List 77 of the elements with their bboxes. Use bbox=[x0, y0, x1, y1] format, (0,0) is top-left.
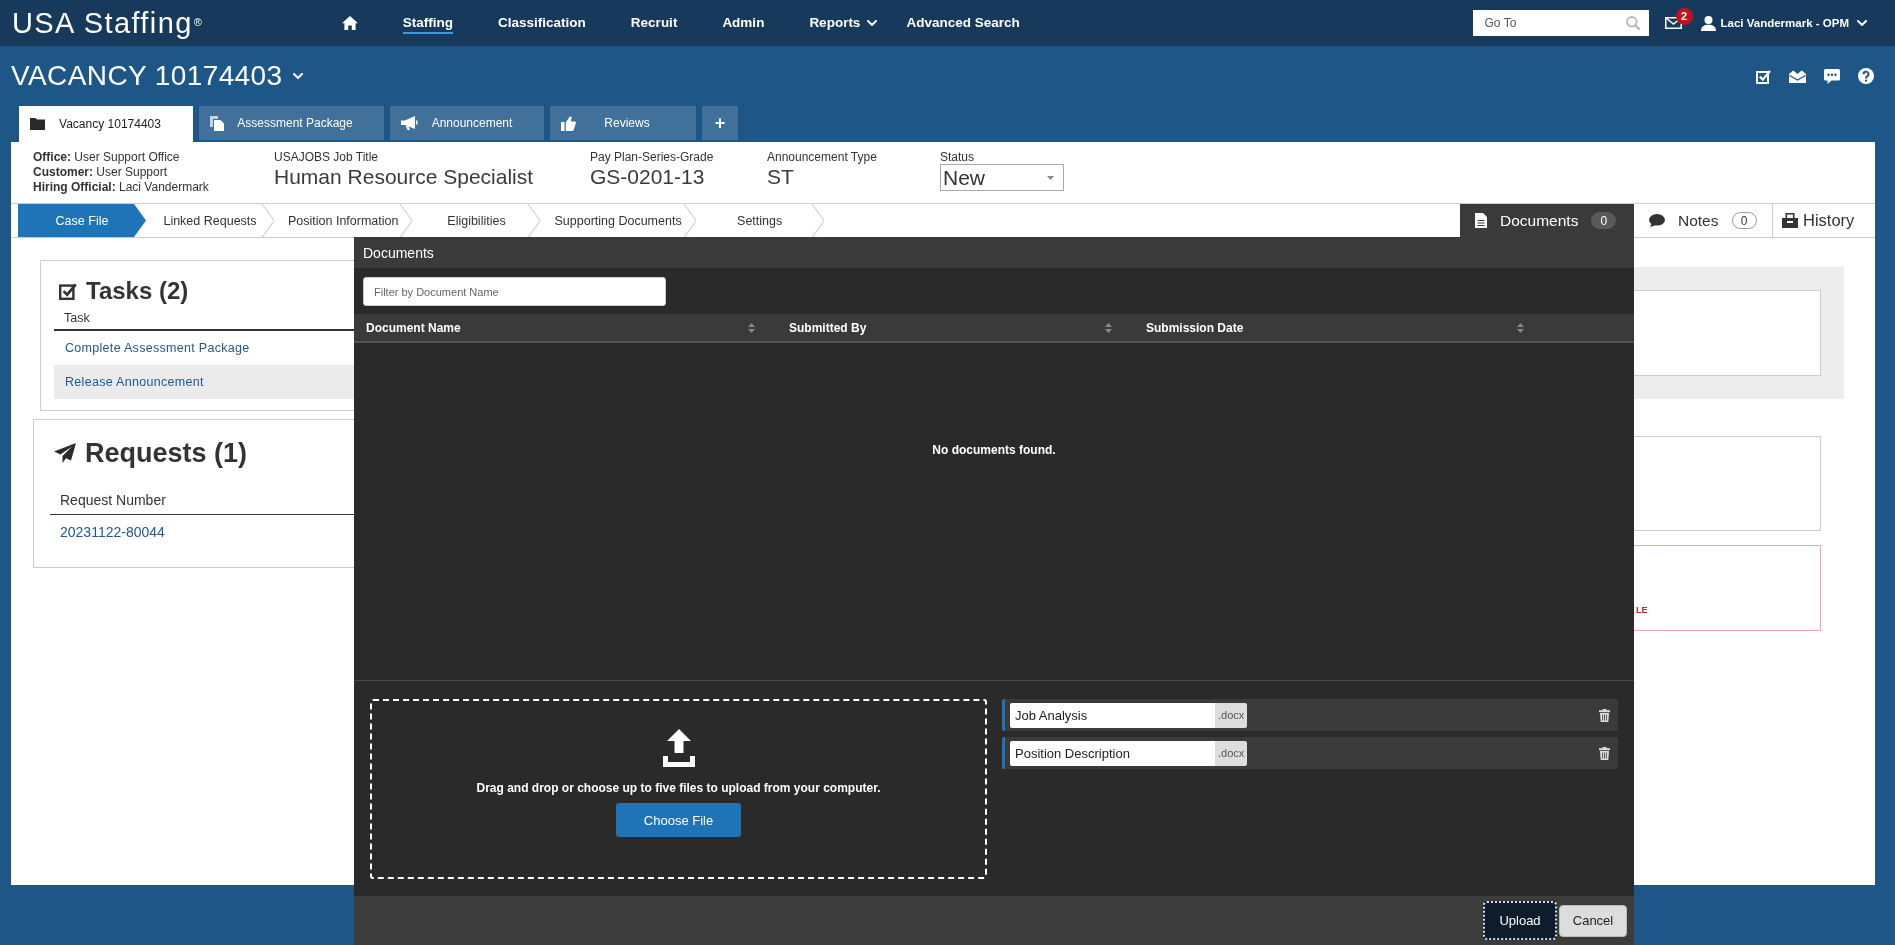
chevron-down-icon[interactable] bbox=[292, 73, 303, 79]
document-icon bbox=[1475, 213, 1487, 228]
envelope-icon[interactable] bbox=[1664, 17, 1682, 29]
cancel-button[interactable]: Cancel bbox=[1559, 904, 1627, 937]
upload-icon bbox=[662, 729, 695, 767]
tab[interactable]: Reviews bbox=[550, 106, 696, 140]
logo: USA Staffing$^{®}$ bbox=[12, 6, 202, 40]
file-extension: .docx bbox=[1215, 740, 1248, 766]
help-icon[interactable] bbox=[1858, 68, 1874, 84]
dialog-title: Documents bbox=[363, 244, 434, 261]
field-label: USAJOBS Job Title bbox=[274, 150, 379, 164]
add-tab-button[interactable]: + bbox=[702, 106, 738, 140]
file-name-field[interactable]: Position Description bbox=[1010, 740, 1215, 766]
thumbs-up-icon bbox=[561, 115, 576, 131]
chevron-down-icon[interactable] bbox=[867, 19, 878, 26]
nav-link[interactable]: Admin bbox=[722, 12, 765, 34]
printer-icon bbox=[1782, 213, 1798, 228]
tab[interactable]: Assessment Package bbox=[199, 106, 384, 140]
checkbox-icon[interactable] bbox=[1756, 68, 1771, 84]
side-tab[interactable]: Documents 0 bbox=[1460, 204, 1634, 237]
tab[interactable]: Vacancy 10174403 bbox=[19, 106, 193, 142]
nav-link[interactable]: Classification bbox=[498, 12, 586, 34]
field-value: Human Resource Specialist bbox=[274, 164, 534, 190]
user-icon bbox=[1700, 15, 1716, 31]
contact-detail: Hiring Official: Laci Vandermark bbox=[33, 180, 209, 195]
checkbox-icon bbox=[59, 282, 77, 300]
side-tab[interactable]: History bbox=[1772, 204, 1875, 237]
goto-field[interactable]: Go To bbox=[1472, 10, 1649, 36]
field-label: Pay Plan-Series-Grade bbox=[590, 150, 714, 164]
step-tab[interactable]: Case File bbox=[18, 204, 146, 237]
column-header[interactable]: Submitted By bbox=[777, 314, 1134, 341]
field-value: ST bbox=[767, 164, 794, 190]
user-menu[interactable]: Laci Vandermark - OPM bbox=[1700, 15, 1867, 31]
status-select[interactable]: New bbox=[940, 164, 1064, 191]
choose-file-button[interactable]: Choose File bbox=[616, 803, 741, 837]
upload-button[interactable]: Upload bbox=[1483, 901, 1557, 940]
sort-icon[interactable] bbox=[748, 322, 755, 333]
alert-text: LE bbox=[1636, 605, 1648, 616]
folder-icon bbox=[30, 118, 45, 130]
speech-bubble-icon bbox=[1649, 214, 1665, 227]
file-extension: .docx bbox=[1215, 702, 1248, 728]
trash-icon[interactable] bbox=[1599, 746, 1610, 760]
documents-icon bbox=[210, 115, 224, 131]
paper-plane-icon bbox=[54, 443, 76, 463]
card-title: Requests (1) bbox=[85, 437, 248, 469]
card-title: Tasks (2) bbox=[86, 276, 189, 306]
notification-badge: 2 bbox=[1675, 8, 1693, 25]
field-value: GS-0201-13 bbox=[590, 164, 705, 190]
caret-icon[interactable] bbox=[1047, 175, 1054, 180]
chevron-down-icon[interactable] bbox=[1857, 20, 1867, 26]
contact-detail: Customer: User Support bbox=[33, 165, 168, 180]
count-badge: 0 bbox=[1591, 212, 1617, 229]
field-label: Announcement Type bbox=[767, 150, 877, 164]
count-badge: 0 bbox=[1731, 212, 1757, 229]
nav-link[interactable]: Recruit bbox=[630, 12, 678, 34]
open-envelope-icon[interactable] bbox=[1789, 69, 1806, 83]
home-icon[interactable] bbox=[341, 16, 358, 30]
field-label: Status bbox=[940, 150, 975, 164]
megaphone-icon bbox=[401, 116, 418, 130]
trash-icon[interactable] bbox=[1599, 708, 1610, 722]
page-title: VACANCY 10174403 bbox=[11, 59, 283, 93]
chat-icon[interactable] bbox=[1824, 68, 1840, 84]
contact-detail: Office: User Support Office bbox=[33, 150, 180, 165]
nav-link[interactable]: Advanced Search bbox=[906, 12, 1020, 34]
sort-icon[interactable] bbox=[1105, 322, 1112, 333]
sort-icon[interactable] bbox=[1517, 322, 1524, 333]
nav-link[interactable]: Reports bbox=[809, 12, 878, 34]
tab[interactable]: Announcement bbox=[390, 106, 544, 140]
side-tab[interactable]: Notes 0 bbox=[1634, 204, 1767, 237]
nav-link[interactable]: Staffing bbox=[402, 12, 454, 34]
request-link[interactable]: 20231122-80044 bbox=[60, 524, 165, 540]
column-header[interactable]: Submission Date bbox=[1134, 314, 1546, 341]
drop-zone[interactable]: Drag and drop or choose up to five files to upload from your computer. Choose File bbox=[370, 699, 987, 879]
file-name-field[interactable]: Job Analysis bbox=[1010, 702, 1215, 728]
filter-field[interactable]: Filter by Document Name bbox=[363, 277, 666, 306]
empty-message: No documents found. bbox=[932, 443, 1056, 457]
upload-instructions: Drag and drop or choose up to five files to upload from your computer. bbox=[476, 781, 881, 795]
